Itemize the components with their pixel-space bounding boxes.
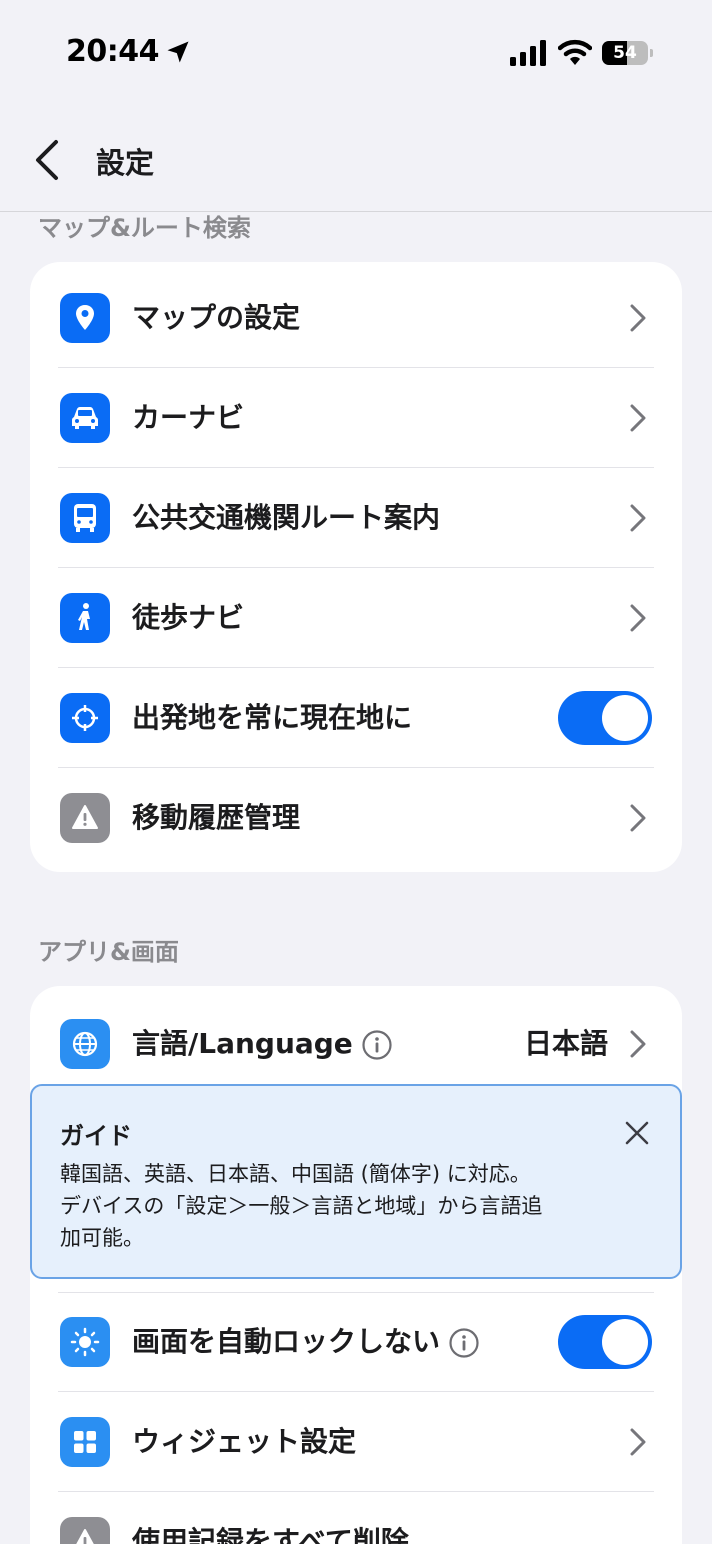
page-title: 設定 xyxy=(96,146,155,180)
globe-icon xyxy=(60,1019,110,1069)
warning-icon xyxy=(60,793,110,843)
chevron-right-icon xyxy=(630,304,646,332)
car-icon xyxy=(60,393,110,443)
section-header-maps: マップ&ルート検索 xyxy=(38,214,251,242)
crosshair-icon xyxy=(60,693,110,743)
close-icon[interactable] xyxy=(624,1120,650,1146)
start-current-location-row: 出発地を常に現在地に xyxy=(30,668,682,768)
walking-navi-row[interactable]: 徒歩ナビ xyxy=(30,568,682,668)
status-time: 20:44 xyxy=(66,34,160,69)
guide-line-3: 加可能。 xyxy=(60,1226,144,1250)
walking-icon xyxy=(60,593,110,643)
cellular-signal-icon xyxy=(510,40,546,66)
chevron-right-icon xyxy=(630,1428,646,1456)
guide-body: 韓国語、英語、日本語、中国語 (簡体字) に対応。 デバイスの「設定＞一般＞言語… xyxy=(60,1158,660,1254)
battery-icon: 54 xyxy=(602,41,653,65)
delete-usage-row[interactable]: 使用記録をすべて削除 xyxy=(30,1492,682,1544)
guide-line-2: デバイスの「設定＞一般＞言語と地域」から言語追 xyxy=(60,1194,543,1218)
map-settings-label: マップの設定 xyxy=(132,301,301,334)
chevron-right-icon xyxy=(630,404,646,432)
brightness-icon xyxy=(60,1317,110,1367)
walking-navi-label: 徒歩ナビ xyxy=(132,601,245,634)
navigation-bar: 設定 xyxy=(0,110,712,212)
battery-percent: 54 xyxy=(613,43,637,63)
info-icon[interactable] xyxy=(361,1029,393,1061)
bus-icon xyxy=(60,493,110,543)
location-arrow-icon xyxy=(167,41,189,63)
back-chevron-icon[interactable] xyxy=(28,136,68,184)
guide-tooltip: ガイド 韓国語、英語、日本語、中国語 (簡体字) に対応。 デバイスの「設定＞一… xyxy=(30,1084,682,1279)
start-current-location-label: 出発地を常に現在地に xyxy=(132,701,413,734)
widget-settings-label: ウィジェット設定 xyxy=(132,1425,357,1458)
chevron-right-icon xyxy=(630,604,646,632)
language-row[interactable]: 言語/Language 日本語 xyxy=(30,994,682,1094)
movement-history-label: 移動履歴管理 xyxy=(132,801,301,834)
widget-settings-row[interactable]: ウィジェット設定 xyxy=(30,1392,682,1492)
section-header-app: アプリ&画面 xyxy=(38,938,179,966)
language-label-wrap: 言語/Language xyxy=(132,994,393,1094)
start-current-location-toggle[interactable] xyxy=(558,691,652,745)
wifi-icon xyxy=(558,39,592,65)
guide-line-1: 韓国語、英語、日本語、中国語 (簡体字) に対応。 xyxy=(60,1162,531,1186)
maps-settings-card: マップの設定 カーナビ 公共交通機関ルート案内 徒歩ナビ 出発地を常に現在地に xyxy=(30,262,682,872)
language-value: 日本語 xyxy=(523,1027,608,1060)
language-label: 言語/Language xyxy=(132,1027,353,1060)
widget-grid-icon xyxy=(60,1417,110,1467)
status-bar: 20:44 54 xyxy=(0,0,712,100)
chevron-right-icon xyxy=(630,804,646,832)
movement-history-row[interactable]: 移動履歴管理 xyxy=(30,768,682,868)
info-icon[interactable] xyxy=(448,1327,480,1359)
warning-icon xyxy=(60,1517,110,1544)
delete-usage-label: 使用記録をすべて削除 xyxy=(132,1525,409,1544)
transit-route-row[interactable]: 公共交通機関ルート案内 xyxy=(30,468,682,568)
car-navi-row[interactable]: カーナビ xyxy=(30,368,682,468)
car-navi-label: カーナビ xyxy=(132,401,245,434)
auto-lock-row: 画面を自動ロックしない xyxy=(30,1292,682,1392)
map-pin-icon xyxy=(60,293,110,343)
transit-route-label: 公共交通機関ルート案内 xyxy=(132,501,441,534)
auto-lock-label: 画面を自動ロックしない xyxy=(132,1325,441,1358)
guide-title: ガイド xyxy=(60,1122,132,1150)
auto-lock-label-wrap: 画面を自動ロックしない xyxy=(132,1292,480,1392)
map-settings-row[interactable]: マップの設定 xyxy=(30,268,682,368)
chevron-right-icon xyxy=(630,504,646,532)
chevron-right-icon xyxy=(630,1030,646,1058)
auto-lock-toggle[interactable] xyxy=(558,1315,652,1369)
